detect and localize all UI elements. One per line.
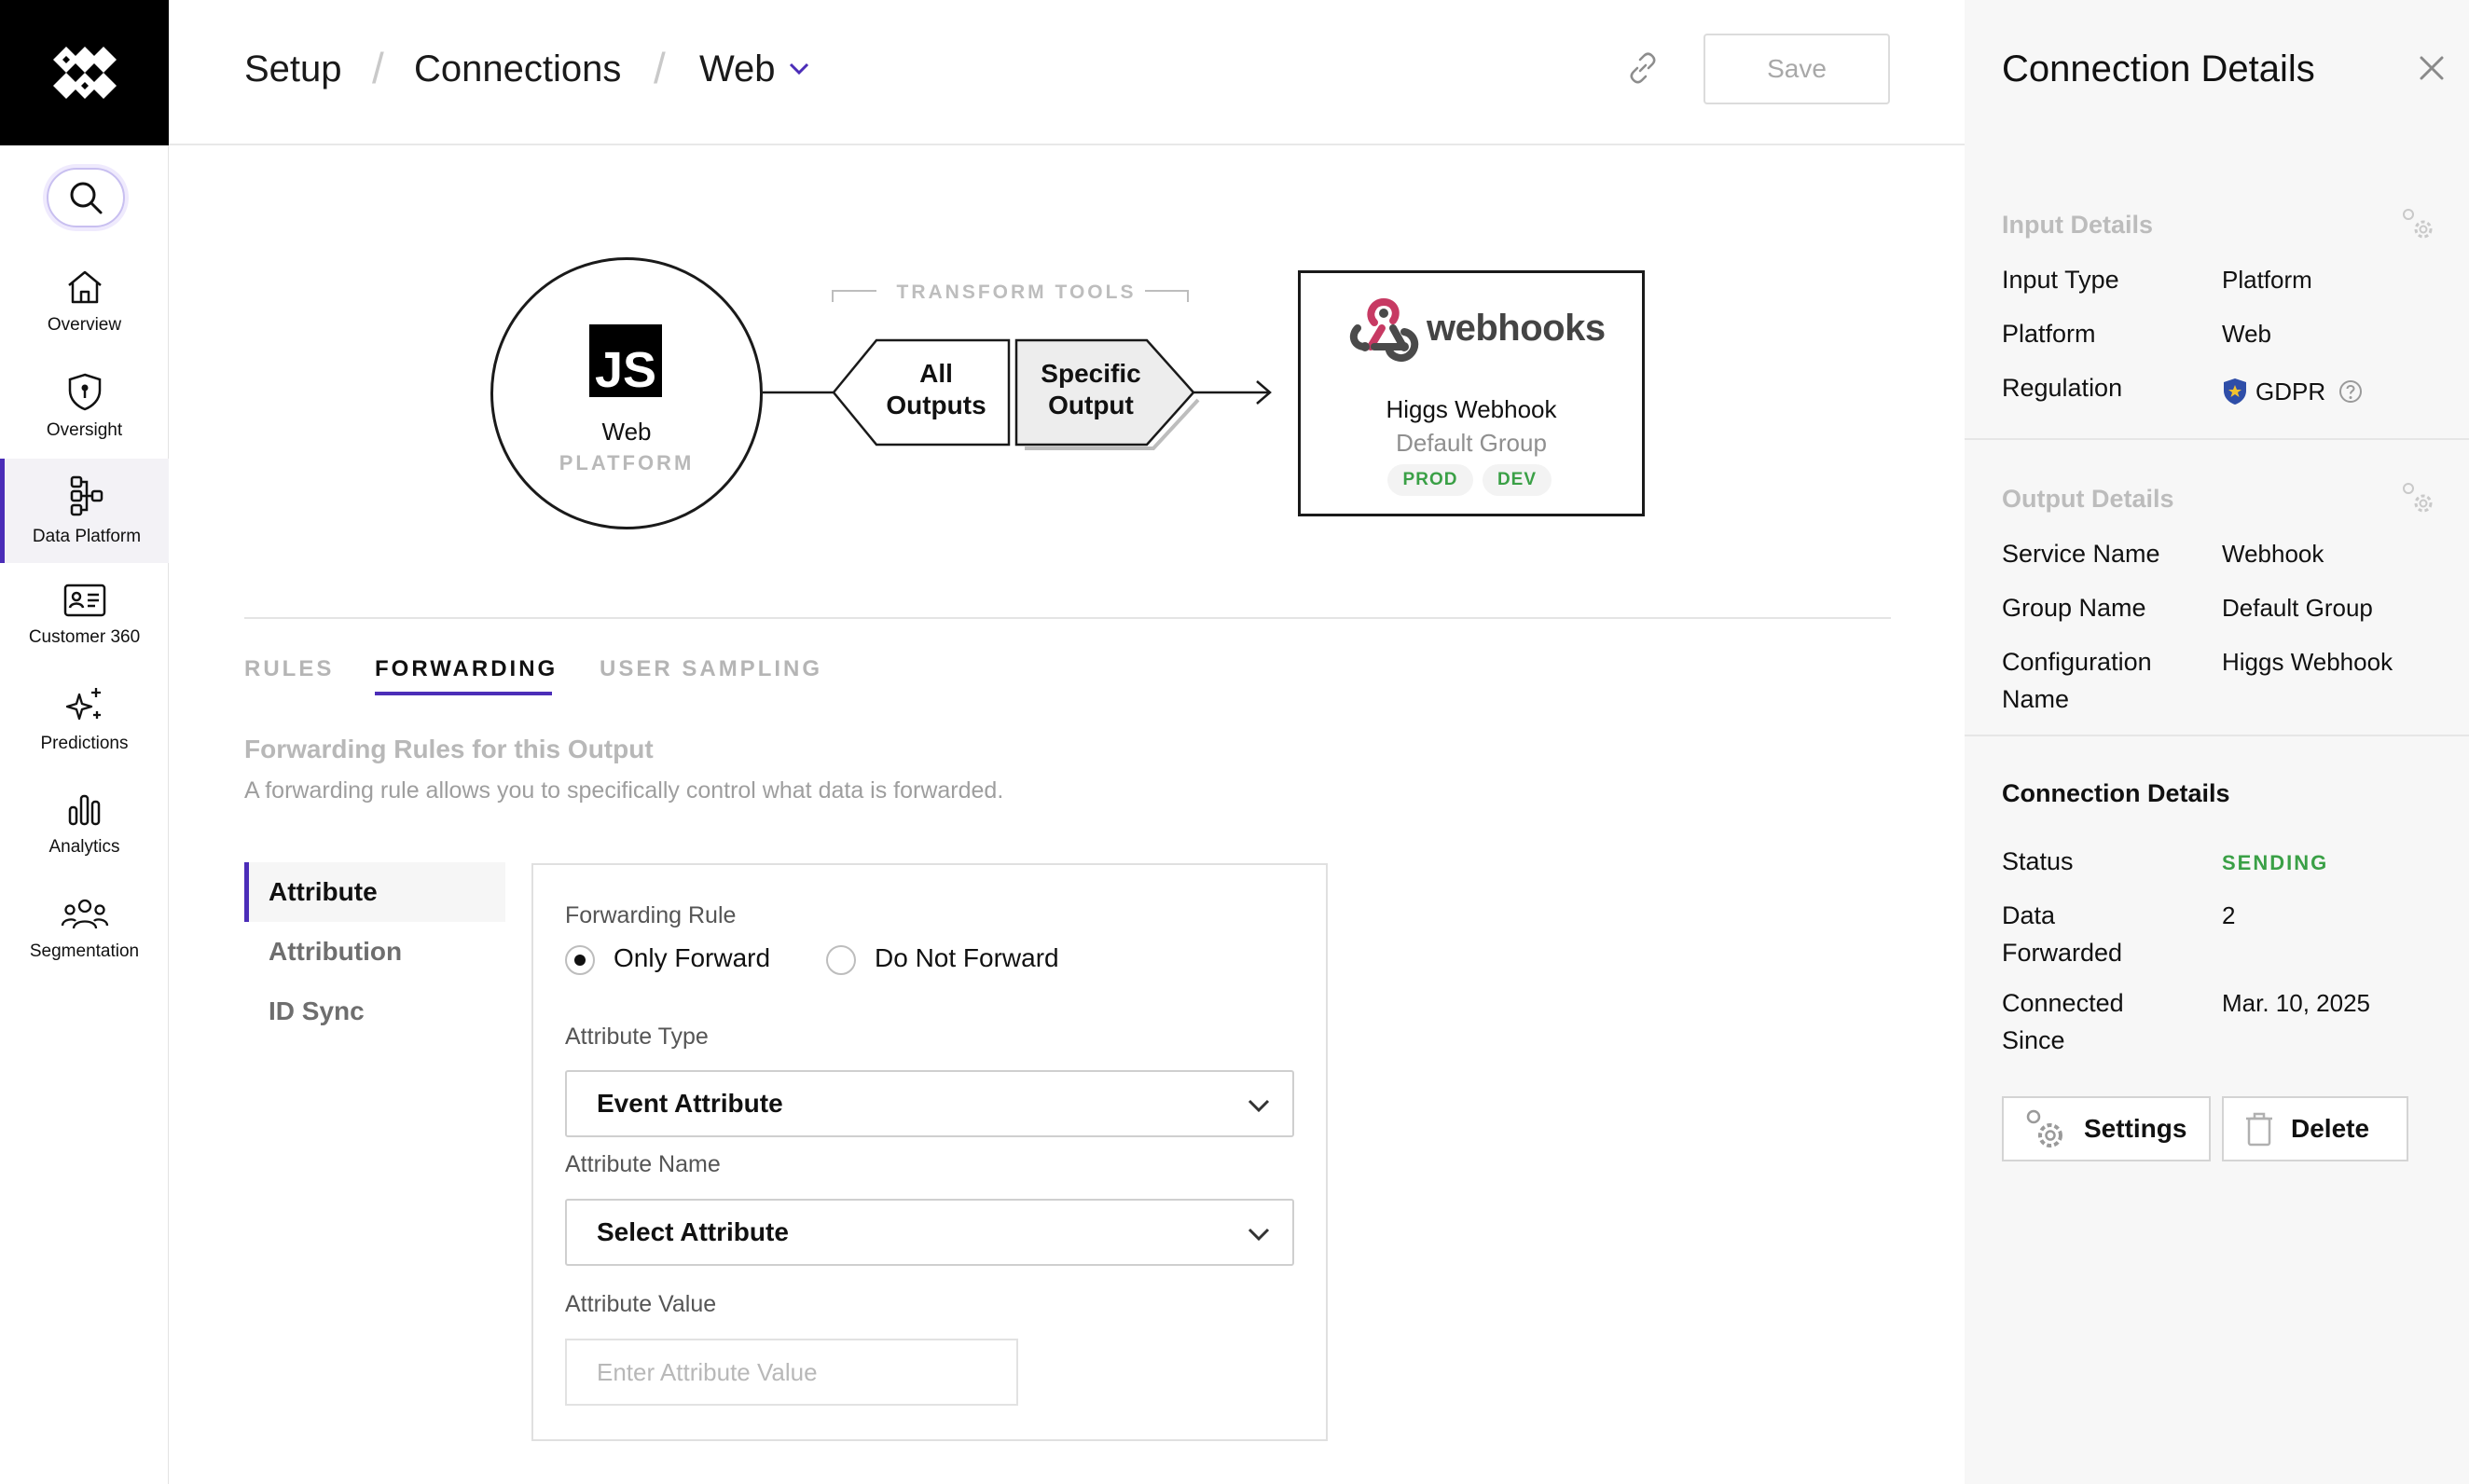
chevron-down-icon [1248, 1099, 1270, 1113]
nav-item-predictions[interactable]: Predictions [0, 667, 169, 772]
specific-output-line2: Output [1048, 391, 1134, 419]
webhooks-brand-text: webhooks [1427, 308, 1606, 349]
attribute-value-label: Attribute Value [565, 1291, 717, 1317]
connected-since-key: Connected Since [2002, 989, 2124, 1054]
nav-item-segmentation[interactable]: Segmentation [0, 876, 169, 981]
drawer-divider [1965, 438, 2469, 440]
flow-connectors [763, 290, 1272, 450]
submenu-attribute[interactable]: Attribute [244, 862, 505, 922]
data-forwarded-key: Data Forwarded [2002, 901, 2123, 967]
attribute-name-value: Select Attribute [597, 1217, 789, 1246]
attribute-name-label: Attribute Name [565, 1151, 721, 1177]
trash-icon [2246, 1112, 2272, 1147]
output-name: Higgs Webhook [1386, 395, 1557, 423]
close-icon[interactable] [2416, 52, 2448, 84]
forwarding-rule-label: Forwarding Rule [565, 902, 737, 928]
gear-icon [2026, 1109, 2062, 1147]
radio-only-forward-label[interactable]: Only Forward [614, 943, 770, 973]
env-badge-dev: DEV [1483, 464, 1552, 496]
input-details-title: Input Details [2002, 211, 2154, 239]
nav-item-label: Segmentation [29, 941, 140, 961]
configuration-name-value: Higgs Webhook [2222, 648, 2393, 676]
data-forwarded-value: 2 [2222, 901, 2236, 929]
regulation-value: GDPR [2255, 378, 2326, 405]
tab-rules[interactable]: RULES [244, 656, 334, 682]
sparkle-icon [65, 688, 101, 721]
connection-details-drawer: Connection Details Input Details Input T… [1965, 0, 2469, 1484]
attribute-value-input[interactable] [565, 1339, 1018, 1406]
configuration-name-key: Configuration Name [2002, 648, 2152, 713]
status-badge: SENDING [2222, 851, 2329, 874]
all-outputs-line2: Outputs [886, 391, 986, 419]
delete-button[interactable]: Delete [2222, 1096, 2408, 1161]
input-type-value: Platform [2222, 266, 2312, 294]
drawer-title: Connection Details [2002, 48, 2315, 89]
forwarding-description: A forwarding rule allows you to specific… [244, 777, 1004, 804]
active-tab-indicator [375, 692, 552, 695]
eu-shield-icon [2224, 378, 2246, 405]
radio-do-not-forward-label[interactable]: Do Not Forward [875, 943, 1059, 973]
env-badge-prod: PROD [1387, 464, 1473, 496]
all-outputs-line1: All [919, 359, 953, 388]
platform-value: Web [2222, 320, 2271, 348]
users-icon [61, 899, 108, 929]
output-details-title: Output Details [2002, 485, 2174, 513]
attribute-type-select[interactable]: Event Attribute [565, 1070, 1294, 1137]
settings-button[interactable]: Settings [2002, 1096, 2211, 1161]
group-name-key: Group Name [2002, 594, 2146, 622]
webhooks-logo-icon [1349, 297, 1419, 363]
drawer-divider [1965, 735, 2469, 736]
specific-output-line1: Specific [1041, 359, 1141, 388]
tab-user-sampling[interactable]: USER SAMPLING [600, 656, 822, 682]
gear-icon[interactable] [2399, 205, 2436, 242]
bar-chart-icon [68, 794, 100, 826]
attribute-type-label: Attribute Type [565, 1024, 709, 1050]
transform-tools-label: TRANSFORM TOOLS [896, 282, 1137, 303]
platform-key: Platform [2002, 320, 2096, 348]
group-name-value: Default Group [2222, 594, 2373, 622]
delete-button-label: Delete [2291, 1114, 2370, 1143]
service-name-value: Webhook [2222, 540, 2324, 568]
connected-since-value: Mar. 10, 2025 [2222, 989, 2370, 1017]
settings-button-label: Settings [2084, 1114, 2187, 1143]
regulation-key: Regulation [2002, 374, 2123, 402]
chevron-down-icon [1248, 1228, 1270, 1242]
section-divider [244, 617, 1891, 619]
help-icon[interactable] [2338, 378, 2364, 405]
service-name-key: Service Name [2002, 540, 2160, 568]
output-group: Default Group [1396, 429, 1547, 457]
input-type-key: Input Type [2002, 266, 2119, 294]
nav-item-label: Predictions [40, 734, 129, 753]
submenu-attribution[interactable]: Attribution [244, 922, 505, 982]
radio-do-not-forward[interactable] [826, 945, 856, 975]
connection-details-title: Connection Details [2002, 779, 2230, 807]
attribute-type-value: Event Attribute [597, 1089, 783, 1118]
nav-item-label: Analytics [48, 837, 120, 857]
forwarding-title: Forwarding Rules for this Output [244, 735, 654, 763]
attribute-name-select[interactable]: Select Attribute [565, 1199, 1294, 1266]
gear-icon[interactable] [2399, 479, 2436, 516]
tab-forwarding[interactable]: FORWARDING [375, 656, 558, 682]
specific-output-label[interactable]: Specific Output [1026, 358, 1156, 421]
nav-item-analytics[interactable]: Analytics [0, 772, 169, 876]
status-key: Status [2002, 847, 2074, 875]
submenu-id-sync[interactable]: ID Sync [244, 982, 505, 1041]
all-outputs-label[interactable]: All Outputs [871, 358, 1001, 421]
radio-only-forward[interactable] [565, 945, 595, 975]
